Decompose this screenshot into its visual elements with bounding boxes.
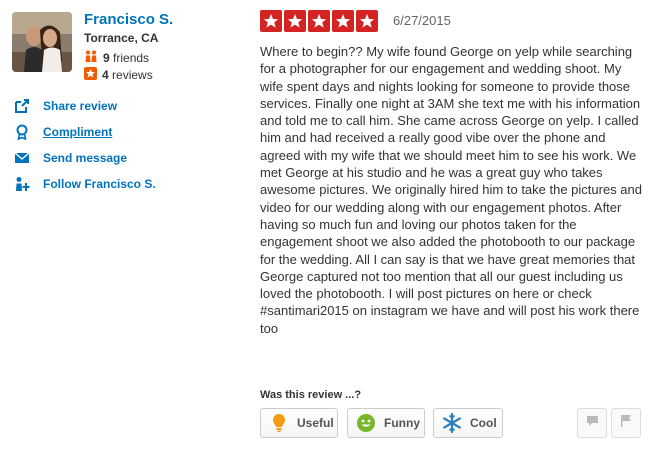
useful-label: Useful [297,416,334,430]
flag-button[interactable] [611,408,641,438]
review-date: 6/27/2015 [393,13,451,28]
smiley-icon [356,413,376,433]
cool-button[interactable]: Cool [433,408,503,438]
follow-user-link[interactable]: Follow Francisco S. [14,171,156,197]
share-review-label: Share review [43,99,118,113]
friends-label: friends [113,50,150,65]
user-sidebar: Francisco S. Torrance, CA 9 friends 4 re… [0,0,245,453]
envelope-icon [14,150,30,166]
comment-button[interactable] [577,408,607,438]
review-star-icon [84,67,97,83]
reviews-count: 4 reviews [84,67,153,83]
compliment-link[interactable]: Compliment [14,119,156,145]
compliment-icon [14,124,30,140]
share-icon [14,98,30,114]
review-actions: Share review Compliment Send message Fol… [14,93,156,197]
feedback-question: Was this review ...? [260,389,362,401]
user-avatar[interactable] [12,12,72,72]
rating-star-icon [260,10,282,32]
useful-button[interactable]: Useful [260,408,338,438]
user-name[interactable]: Francisco S. [84,11,173,28]
follow-user-label: Follow Francisco S. [43,177,156,191]
friends-number: 9 [103,50,110,65]
lightbulb-icon [269,413,289,433]
share-review-link[interactable]: Share review [14,93,156,119]
rating-star-icon [356,10,378,32]
rating-star-icon [332,10,354,32]
snowflake-icon [442,413,462,433]
send-message-label: Send message [43,151,128,165]
reviews-number: 4 [102,68,109,82]
funny-label: Funny [384,416,420,430]
rating-star-icon [284,10,306,32]
follow-user-icon [14,176,30,192]
friends-count: 9 friends [84,50,149,65]
send-message-link[interactable]: Send message [14,145,156,171]
star-rating [260,10,378,32]
review-text: Where to begin?? My wife found George on… [260,44,643,336]
user-location: Torrance, CA [84,31,159,45]
compliment-label: Compliment [43,125,113,139]
friends-icon [84,50,98,65]
reviews-label: reviews [112,68,153,82]
funny-button[interactable]: Funny [347,408,425,438]
speech-bubble-icon [586,414,599,432]
cool-label: Cool [470,416,497,430]
rating-star-icon [308,10,330,32]
flag-icon [620,414,632,432]
